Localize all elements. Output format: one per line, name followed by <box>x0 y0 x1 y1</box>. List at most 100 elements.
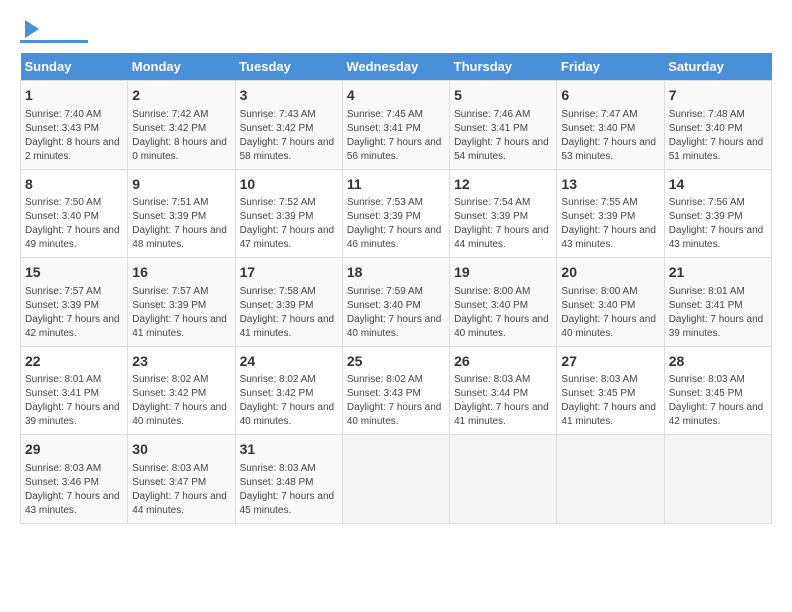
day-number: 31 <box>240 440 338 460</box>
daylight-text: Daylight: 7 hours and 58 minutes. <box>240 136 338 164</box>
sunset-text: Sunset: 3:39 PM <box>347 210 445 224</box>
day-number: 21 <box>669 263 767 283</box>
calendar-cell: 5Sunrise: 7:46 AMSunset: 3:41 PMDaylight… <box>450 81 557 170</box>
sunset-text: Sunset: 3:44 PM <box>454 387 552 401</box>
day-number: 30 <box>132 440 230 460</box>
day-number: 27 <box>561 352 659 372</box>
daylight-text: Daylight: 7 hours and 40 minutes. <box>240 401 338 429</box>
day-number: 28 <box>669 352 767 372</box>
daylight-text: Daylight: 7 hours and 47 minutes. <box>240 224 338 252</box>
sunset-text: Sunset: 3:43 PM <box>25 122 123 136</box>
sunset-text: Sunset: 3:41 PM <box>25 387 123 401</box>
calendar-cell <box>450 435 557 524</box>
daylight-text: Daylight: 7 hours and 51 minutes. <box>669 136 767 164</box>
calendar-cell: 12Sunrise: 7:54 AMSunset: 3:39 PMDayligh… <box>450 169 557 258</box>
day-number: 3 <box>240 86 338 106</box>
day-number: 18 <box>347 263 445 283</box>
daylight-text: Daylight: 7 hours and 40 minutes. <box>347 313 445 341</box>
sunset-text: Sunset: 3:42 PM <box>240 387 338 401</box>
sunset-text: Sunset: 3:39 PM <box>240 210 338 224</box>
sunset-text: Sunset: 3:42 PM <box>240 122 338 136</box>
sunrise-text: Sunrise: 8:02 AM <box>132 373 230 387</box>
sunrise-text: Sunrise: 8:03 AM <box>240 462 338 476</box>
sunrise-text: Sunrise: 8:01 AM <box>25 373 123 387</box>
day-number: 2 <box>132 86 230 106</box>
calendar-cell: 16Sunrise: 7:57 AMSunset: 3:39 PMDayligh… <box>128 258 235 347</box>
calendar-cell: 21Sunrise: 8:01 AMSunset: 3:41 PMDayligh… <box>664 258 771 347</box>
sunrise-text: Sunrise: 8:02 AM <box>240 373 338 387</box>
logo-icon <box>25 20 39 38</box>
sunrise-text: Sunrise: 8:03 AM <box>132 462 230 476</box>
daylight-text: Daylight: 7 hours and 42 minutes. <box>669 401 767 429</box>
day-number: 17 <box>240 263 338 283</box>
header-saturday: Saturday <box>664 53 771 81</box>
sunrise-text: Sunrise: 7:42 AM <box>132 108 230 122</box>
day-number: 19 <box>454 263 552 283</box>
sunrise-text: Sunrise: 8:03 AM <box>669 373 767 387</box>
daylight-text: Daylight: 7 hours and 54 minutes. <box>454 136 552 164</box>
daylight-text: Daylight: 7 hours and 42 minutes. <box>25 313 123 341</box>
daylight-text: Daylight: 7 hours and 41 minutes. <box>132 313 230 341</box>
calendar-header-row: SundayMondayTuesdayWednesdayThursdayFrid… <box>21 53 772 81</box>
sunset-text: Sunset: 3:40 PM <box>347 299 445 313</box>
sunset-text: Sunset: 3:39 PM <box>132 299 230 313</box>
sunset-text: Sunset: 3:40 PM <box>454 299 552 313</box>
calendar-cell: 30Sunrise: 8:03 AMSunset: 3:47 PMDayligh… <box>128 435 235 524</box>
calendar-cell: 2Sunrise: 7:42 AMSunset: 3:42 PMDaylight… <box>128 81 235 170</box>
daylight-text: Daylight: 7 hours and 41 minutes. <box>454 401 552 429</box>
sunset-text: Sunset: 3:39 PM <box>561 210 659 224</box>
sunrise-text: Sunrise: 8:00 AM <box>561 285 659 299</box>
calendar-cell: 14Sunrise: 7:56 AMSunset: 3:39 PMDayligh… <box>664 169 771 258</box>
day-number: 22 <box>25 352 123 372</box>
day-number: 24 <box>240 352 338 372</box>
day-number: 25 <box>347 352 445 372</box>
daylight-text: Daylight: 7 hours and 53 minutes. <box>561 136 659 164</box>
sunrise-text: Sunrise: 8:00 AM <box>454 285 552 299</box>
daylight-text: Daylight: 7 hours and 43 minutes. <box>669 224 767 252</box>
calendar-cell: 1Sunrise: 7:40 AMSunset: 3:43 PMDaylight… <box>21 81 128 170</box>
calendar-cell: 11Sunrise: 7:53 AMSunset: 3:39 PMDayligh… <box>342 169 449 258</box>
sunrise-text: Sunrise: 7:56 AM <box>669 196 767 210</box>
sunrise-text: Sunrise: 7:59 AM <box>347 285 445 299</box>
sunset-text: Sunset: 3:41 PM <box>669 299 767 313</box>
day-number: 8 <box>25 175 123 195</box>
sunrise-text: Sunrise: 8:02 AM <box>347 373 445 387</box>
calendar-cell: 22Sunrise: 8:01 AMSunset: 3:41 PMDayligh… <box>21 346 128 435</box>
day-number: 1 <box>25 86 123 106</box>
calendar-cell: 19Sunrise: 8:00 AMSunset: 3:40 PMDayligh… <box>450 258 557 347</box>
sunrise-text: Sunrise: 7:51 AM <box>132 196 230 210</box>
calendar-cell: 25Sunrise: 8:02 AMSunset: 3:43 PMDayligh… <box>342 346 449 435</box>
daylight-text: Daylight: 7 hours and 40 minutes. <box>132 401 230 429</box>
day-number: 10 <box>240 175 338 195</box>
daylight-text: Daylight: 7 hours and 39 minutes. <box>669 313 767 341</box>
daylight-text: Daylight: 7 hours and 41 minutes. <box>561 401 659 429</box>
sunset-text: Sunset: 3:47 PM <box>132 476 230 490</box>
calendar-cell: 6Sunrise: 7:47 AMSunset: 3:40 PMDaylight… <box>557 81 664 170</box>
calendar-cell: 28Sunrise: 8:03 AMSunset: 3:45 PMDayligh… <box>664 346 771 435</box>
logo <box>20 20 88 43</box>
sunrise-text: Sunrise: 7:43 AM <box>240 108 338 122</box>
day-number: 12 <box>454 175 552 195</box>
day-number: 6 <box>561 86 659 106</box>
daylight-text: Daylight: 7 hours and 56 minutes. <box>347 136 445 164</box>
calendar-cell: 31Sunrise: 8:03 AMSunset: 3:48 PMDayligh… <box>235 435 342 524</box>
calendar-cell: 29Sunrise: 8:03 AMSunset: 3:46 PMDayligh… <box>21 435 128 524</box>
sunrise-text: Sunrise: 8:03 AM <box>25 462 123 476</box>
daylight-text: Daylight: 8 hours and 2 minutes. <box>25 136 123 164</box>
sunset-text: Sunset: 3:45 PM <box>561 387 659 401</box>
calendar-cell: 23Sunrise: 8:02 AMSunset: 3:42 PMDayligh… <box>128 346 235 435</box>
calendar-cell <box>664 435 771 524</box>
daylight-text: Daylight: 8 hours and 0 minutes. <box>132 136 230 164</box>
daylight-text: Daylight: 7 hours and 43 minutes. <box>561 224 659 252</box>
day-number: 16 <box>132 263 230 283</box>
daylight-text: Daylight: 7 hours and 49 minutes. <box>25 224 123 252</box>
header-thursday: Thursday <box>450 53 557 81</box>
sunset-text: Sunset: 3:40 PM <box>561 299 659 313</box>
calendar-cell: 13Sunrise: 7:55 AMSunset: 3:39 PMDayligh… <box>557 169 664 258</box>
header-monday: Monday <box>128 53 235 81</box>
daylight-text: Daylight: 7 hours and 40 minutes. <box>347 401 445 429</box>
calendar-cell: 20Sunrise: 8:00 AMSunset: 3:40 PMDayligh… <box>557 258 664 347</box>
sunset-text: Sunset: 3:45 PM <box>669 387 767 401</box>
sunset-text: Sunset: 3:41 PM <box>347 122 445 136</box>
sunrise-text: Sunrise: 7:48 AM <box>669 108 767 122</box>
